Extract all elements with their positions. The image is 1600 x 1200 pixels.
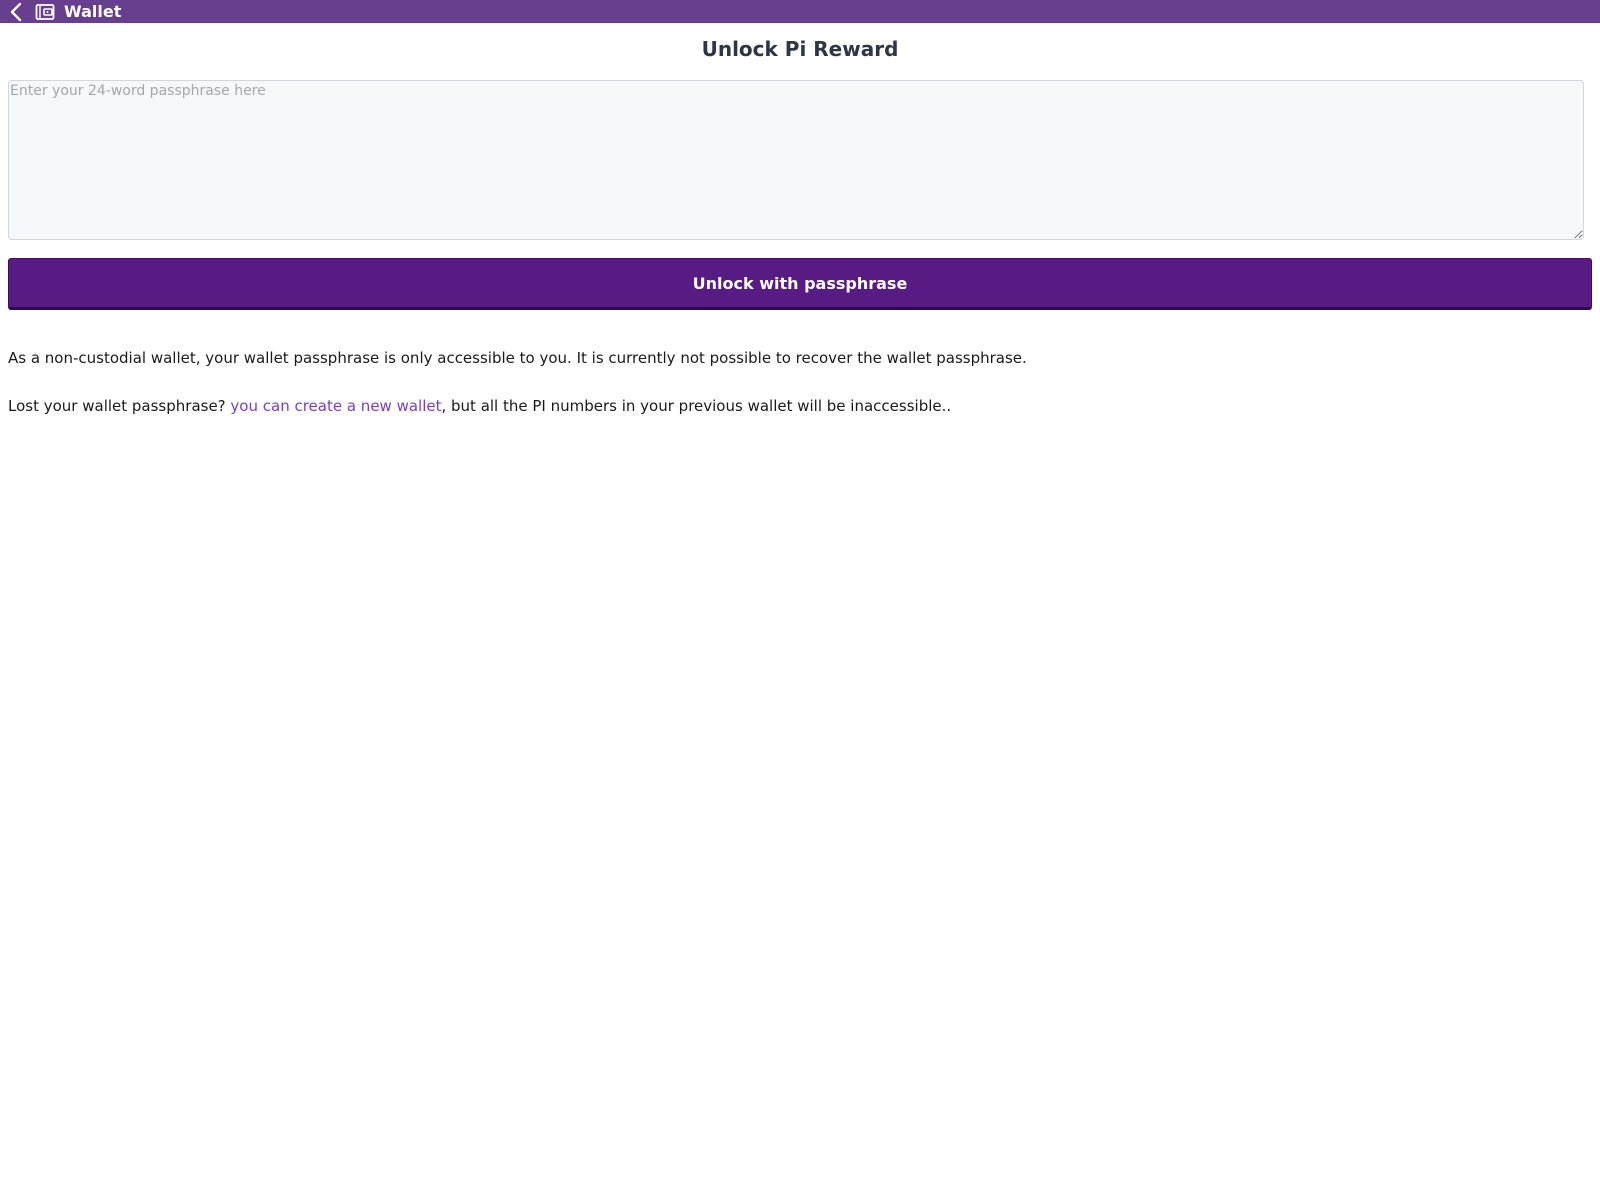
lost-passphrase-prefix: Lost your wallet passphrase? (8, 397, 231, 415)
page-title: Unlock Pi Reward (701, 37, 899, 61)
back-button[interactable] (6, 0, 26, 23)
header-title: Wallet (64, 2, 122, 21)
unlock-with-passphrase-button[interactable]: Unlock with passphrase (8, 258, 1592, 310)
wallet-icon (34, 0, 56, 23)
create-new-wallet-link[interactable]: you can create a new wallet (230, 397, 441, 415)
passphrase-input[interactable] (8, 80, 1584, 240)
lost-passphrase-text: Lost your wallet passphrase? you can cre… (8, 396, 951, 416)
lost-passphrase-suffix: , but all the PI numbers in your previou… (441, 397, 952, 415)
top-bar: Wallet (0, 0, 1600, 23)
chevron-left-icon (10, 2, 22, 21)
non-custodial-info-text: As a non-custodial wallet, your wallet p… (8, 349, 1027, 367)
